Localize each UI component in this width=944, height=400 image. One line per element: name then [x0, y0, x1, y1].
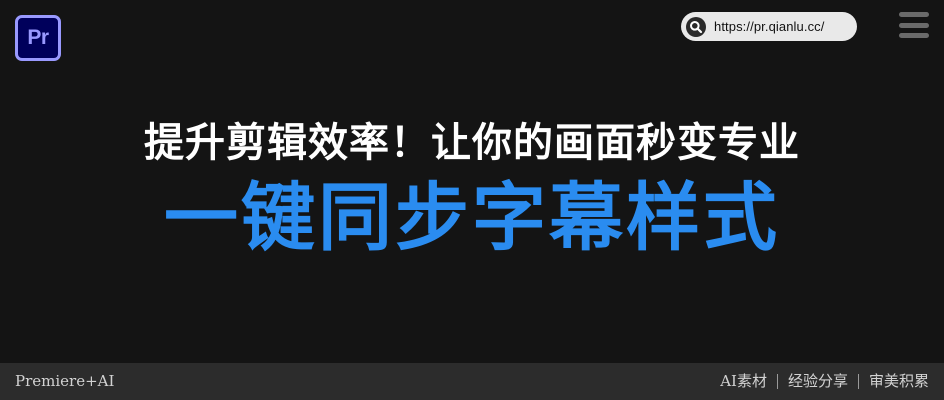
- footer-tags: AI素材 经验分享 审美积累: [720, 363, 929, 400]
- footer-bar: Premiere+AI AI素材 经验分享 审美积累: [0, 363, 944, 400]
- premiere-logo: Pr: [15, 15, 61, 61]
- tag-divider: [857, 374, 859, 389]
- url-text: https://pr.qianlu.cc/: [714, 19, 825, 34]
- footer-tag: 经验分享: [787, 372, 848, 390]
- hero-subtitle: 提升剪辑效率！让你的画面秒变专业: [144, 120, 800, 166]
- footer-tag: 审美积累: [868, 372, 929, 390]
- footer-brand: Premiere+AI: [15, 372, 115, 390]
- menu-bar-line: [899, 22, 929, 28]
- menu-bar-line: [899, 12, 929, 17]
- footer-tag: AI素材: [720, 372, 767, 390]
- tag-divider: [776, 374, 778, 389]
- page: Pr https://pr.qianlu.cc/ 提升剪辑效率！让你的画面秒变专…: [0, 0, 944, 400]
- menu-icon[interactable]: [899, 12, 929, 38]
- hero-title: 一键同步字幕样式: [164, 175, 780, 261]
- search-icon: [686, 16, 706, 37]
- menu-bar-line: [899, 33, 929, 38]
- url-bar[interactable]: https://pr.qianlu.cc/: [681, 12, 857, 41]
